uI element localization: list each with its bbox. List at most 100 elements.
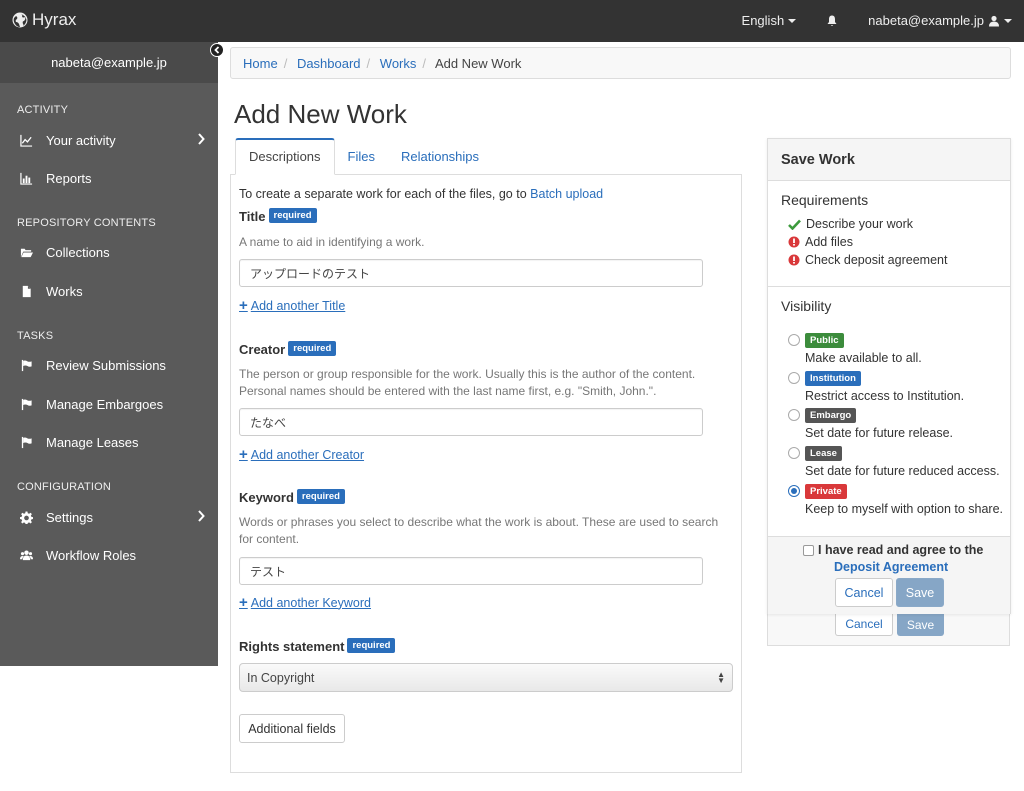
tab-descriptions[interactable]: Descriptions	[235, 138, 335, 175]
descriptions-form: To create a separate work for each of th…	[230, 174, 742, 773]
exclamation-circle-icon	[788, 254, 800, 266]
batch-upload-notice: To create a separate work for each of th…	[239, 187, 603, 201]
tab-files[interactable]: Files	[335, 138, 388, 175]
creator-input[interactable]: たなべ	[239, 408, 703, 436]
language-dropdown[interactable]: English	[742, 13, 797, 28]
notifications-button[interactable]	[826, 15, 838, 27]
visibility-radio-embargo[interactable]	[788, 409, 800, 421]
rights-selected-value: In Copyright	[247, 670, 315, 685]
sidebar: nabeta@example.jp ACTIVITY Your activity…	[0, 42, 224, 666]
breadcrumb-home[interactable]: Home	[243, 56, 278, 71]
sidebar-item-manage-leases[interactable]: Manage Leases	[0, 430, 218, 454]
save-work-title: Save Work	[768, 139, 1010, 181]
visibility-badge-embargo: Embargo	[805, 408, 857, 423]
sidebar-item-label: Settings	[46, 509, 93, 525]
title-label-row: Title required	[239, 208, 317, 226]
title-help: A name to aid in identifying a work.	[239, 235, 425, 249]
users-icon	[19, 548, 33, 562]
sidebar-item-label: Workflow Roles	[46, 547, 137, 563]
visibility-radio-public[interactable]	[788, 334, 800, 346]
sidebar-item-label: Review Submissions	[46, 357, 166, 373]
brand-name: Hyrax	[32, 10, 77, 29]
visibility-option-lease[interactable]: Lease Set date for future reduced access…	[788, 444, 1000, 478]
sidebar-item-label: Reports	[46, 170, 92, 186]
exclamation-circle-icon	[788, 236, 800, 248]
breadcrumb-works[interactable]: Works	[380, 56, 417, 71]
sidebar-item-manage-embargoes[interactable]: Manage Embargoes	[0, 392, 218, 416]
user-dropdown[interactable]: nabeta@example.jp	[868, 13, 1012, 28]
add-creator-label: Add another Creator	[250, 447, 365, 462]
file-icon	[19, 284, 33, 298]
visibility-radio-private[interactable]	[788, 485, 800, 497]
rights-label-row: Rights statement required	[239, 638, 396, 656]
keyword-label: Keyword	[239, 490, 294, 505]
save-button-shadow: Save	[897, 614, 944, 636]
batch-upload-link[interactable]: Batch upload	[530, 187, 603, 201]
work-tabs: Descriptions Files Relationships	[235, 138, 492, 175]
add-keyword-label: Add another Keyword	[250, 595, 371, 610]
sidebar-item-review-submissions[interactable]: Review Submissions	[0, 353, 218, 377]
sidebar-section-repository: REPOSITORY CONTENTS	[17, 217, 156, 229]
visibility-radio-institution[interactable]	[788, 372, 800, 384]
chevron-right-icon	[198, 510, 205, 522]
sidebar-item-collections[interactable]: Collections	[0, 240, 218, 264]
visibility-desc-institution: Restrict access to Institution.	[805, 389, 965, 403]
rights-select[interactable]: In Copyright ▲ ▼	[239, 663, 733, 692]
sidebar-section-configuration: CONFIGURATION	[17, 481, 112, 493]
requirement-label: Describe your work	[806, 217, 913, 231]
creator-help: The person or group responsible for the …	[239, 367, 696, 398]
requirement-describe: Describe your work	[788, 217, 913, 231]
creator-label: Creator	[239, 342, 286, 357]
sidebar-user: nabeta@example.jp	[0, 42, 218, 83]
requirement-label: Add files	[805, 235, 853, 249]
breadcrumb-current: Add New Work	[434, 56, 522, 71]
add-another-title-link[interactable]: + Add another Title	[239, 298, 345, 313]
sidebar-item-settings[interactable]: Settings	[0, 505, 218, 529]
add-title-label: Add another Title	[250, 298, 346, 313]
visibility-desc-public: Make available to all.	[805, 351, 922, 365]
sidebar-item-your-activity[interactable]: Your activity	[0, 128, 218, 152]
chevron-right-icon	[198, 133, 205, 145]
sidebar-item-works[interactable]: Works	[0, 279, 218, 303]
plus-icon: +	[239, 297, 248, 314]
visibility-option-institution[interactable]: Institution Restrict access to Instituti…	[788, 369, 964, 403]
sidebar-item-label: Your activity	[46, 132, 116, 148]
visibility-badge-institution: Institution	[805, 371, 861, 386]
sidebar-item-label: Manage Embargoes	[46, 396, 164, 412]
visibility-badge-lease: Lease	[805, 446, 842, 461]
sidebar-collapse-button[interactable]	[210, 43, 224, 57]
visibility-badge-public: Public	[805, 333, 844, 348]
keyword-input[interactable]: テスト	[239, 557, 703, 585]
requirement-label: Check deposit agreement	[805, 253, 948, 267]
flag-icon	[19, 397, 33, 411]
tab-relationships[interactable]: Relationships	[388, 138, 492, 175]
select-arrows-icon: ▲ ▼	[717, 669, 725, 685]
required-badge: required	[268, 208, 317, 223]
sidebar-item-reports[interactable]: Reports	[0, 166, 218, 190]
save-work-panel: Save Work Requirements Describe your wor…	[767, 138, 1011, 614]
agreement-text: I have read and agree to the	[818, 543, 984, 557]
title-input[interactable]: アップロードのテスト	[239, 259, 703, 287]
cancel-button[interactable]: Cancel	[835, 578, 893, 607]
sidebar-item-workflow-roles[interactable]: Workflow Roles	[0, 543, 218, 567]
save-button[interactable]: Save	[896, 578, 944, 607]
visibility-option-embargo[interactable]: Embargo Set date for future release.	[788, 406, 953, 440]
visibility-option-private[interactable]: Private Keep to myself with option to sh…	[788, 482, 1003, 516]
add-another-keyword-link[interactable]: + Add another Keyword	[239, 595, 371, 610]
additional-fields-button[interactable]: Additional fields	[239, 714, 345, 743]
brand-logo[interactable]: Hyrax	[12, 10, 76, 30]
visibility-option-public[interactable]: Public Make available to all.	[788, 331, 922, 365]
requirement-deposit-agreement: Check deposit agreement	[788, 253, 947, 267]
deposit-agreement-link[interactable]: Deposit Agreement	[834, 560, 948, 574]
chevron-left-icon	[214, 46, 220, 54]
required-badge: required	[288, 341, 337, 356]
line-chart-icon	[19, 133, 33, 147]
flag-icon	[19, 435, 33, 449]
deposit-agreement-checkbox[interactable]	[803, 544, 814, 556]
breadcrumb-dashboard[interactable]: Dashboard	[297, 56, 361, 71]
add-another-creator-link[interactable]: + Add another Creator	[239, 447, 364, 462]
plus-icon: +	[239, 594, 248, 611]
required-badge: required	[347, 638, 396, 653]
required-badge: required	[296, 489, 345, 504]
visibility-radio-lease[interactable]	[788, 447, 800, 459]
